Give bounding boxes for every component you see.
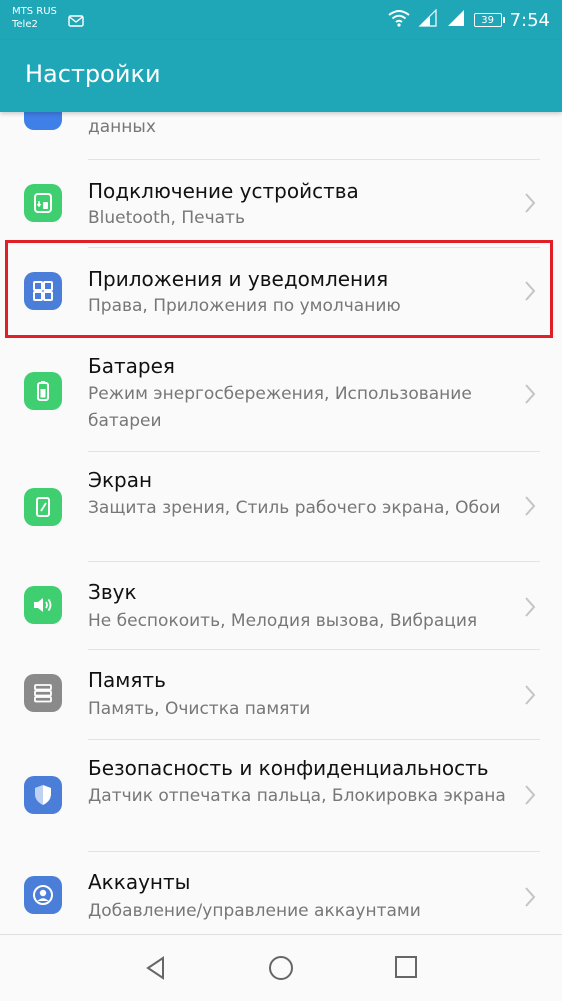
home-icon[interactable] bbox=[268, 955, 294, 985]
chevron-right-icon bbox=[524, 280, 536, 306]
back-icon[interactable] bbox=[143, 955, 169, 985]
wifi-icon bbox=[387, 9, 410, 31]
status-bar: MTS RUS Tele2 39 7:54 bbox=[0, 0, 562, 40]
battery-icon bbox=[24, 372, 62, 410]
settings-item-subtitle: Режим энергосбережения, Использование ба… bbox=[88, 384, 472, 431]
settings-item-security-privacy[interactable]: Безопасность и конфиденциальность Датчик… bbox=[0, 740, 562, 850]
settings-item-title: Звук bbox=[88, 580, 137, 604]
settings-item-subtitle: Добавление/управление аккаунтами bbox=[88, 901, 421, 921]
apps-grid-icon bbox=[24, 272, 62, 310]
settings-item-accounts[interactable]: Аккаунты Добавление/управление аккаунтам… bbox=[0, 852, 562, 934]
settings-item-data[interactable]: данных bbox=[0, 112, 562, 158]
settings-item-subtitle: Датчик отпечатка пальца, Блокировка экра… bbox=[88, 786, 506, 806]
settings-list[interactable]: данных Подключение устройства Bluetooth,… bbox=[0, 112, 562, 934]
signal-icon-2 bbox=[446, 9, 466, 31]
navigation-bar bbox=[0, 934, 562, 1001]
clock: 7:54 bbox=[509, 9, 550, 31]
chevron-right-icon bbox=[524, 495, 536, 521]
settings-item-title: Батарея bbox=[88, 354, 175, 378]
storage-icon bbox=[24, 674, 62, 712]
page-title: Настройки bbox=[25, 60, 161, 88]
chevron-right-icon bbox=[524, 684, 536, 710]
settings-item-apps-notifications[interactable]: Приложения и уведомления Права, Приложен… bbox=[0, 248, 562, 336]
settings-item-title: Подключение устройства bbox=[88, 179, 359, 203]
settings-item-subtitle: Не беспокоить, Мелодия вызова, Вибрация bbox=[88, 611, 478, 631]
settings-item-title: Память bbox=[88, 668, 166, 692]
signal-icon-1 bbox=[418, 8, 438, 31]
settings-item-subtitle: Bluetooth, Печать bbox=[88, 208, 245, 228]
chevron-right-icon bbox=[524, 192, 536, 218]
display-icon bbox=[24, 488, 62, 526]
settings-item-device-connection[interactable]: Подключение устройства Bluetooth, Печать bbox=[0, 160, 562, 246]
device-connection-icon bbox=[24, 184, 62, 222]
chevron-right-icon bbox=[524, 784, 536, 810]
carrier-1: MTS RUS bbox=[12, 6, 57, 17]
battery-indicator: 39 bbox=[473, 13, 505, 27]
settings-item-sound[interactable]: Звук Не беспокоить, Мелодия вызова, Вибр… bbox=[0, 562, 562, 648]
shield-icon bbox=[24, 776, 62, 814]
settings-item-title: Аккаунты bbox=[88, 870, 191, 894]
mail-icon bbox=[68, 12, 84, 31]
speaker-icon bbox=[24, 586, 62, 624]
settings-item-subtitle: Права, Приложения по умолчанию bbox=[88, 296, 401, 316]
carrier-2: Tele2 bbox=[12, 19, 38, 30]
data-icon bbox=[24, 112, 62, 130]
settings-item-subtitle: Защита зрения, Стиль рабочего экрана, Об… bbox=[88, 498, 501, 518]
settings-item-subtitle: данных bbox=[88, 117, 156, 137]
settings-item-battery[interactable]: Батарея Режим энергосбережения, Использо… bbox=[0, 338, 562, 450]
settings-item-title: Безопасность и конфиденциальность bbox=[88, 756, 489, 780]
chevron-right-icon bbox=[524, 886, 536, 912]
account-icon bbox=[24, 876, 62, 914]
carrier-info: MTS RUS Tele2 bbox=[12, 5, 57, 31]
chevron-right-icon bbox=[524, 383, 536, 409]
settings-item-subtitle: Память, Очистка памяти bbox=[88, 699, 311, 719]
settings-item-storage[interactable]: Память Память, Очистка памяти bbox=[0, 650, 562, 738]
recents-icon[interactable] bbox=[394, 955, 418, 983]
chevron-right-icon bbox=[524, 596, 536, 622]
settings-item-title: Экран bbox=[88, 468, 153, 492]
app-bar: Настройки bbox=[0, 40, 562, 112]
settings-item-title: Приложения и уведомления bbox=[88, 267, 389, 291]
settings-item-display[interactable]: Экран Защита зрения, Стиль рабочего экра… bbox=[0, 452, 562, 560]
